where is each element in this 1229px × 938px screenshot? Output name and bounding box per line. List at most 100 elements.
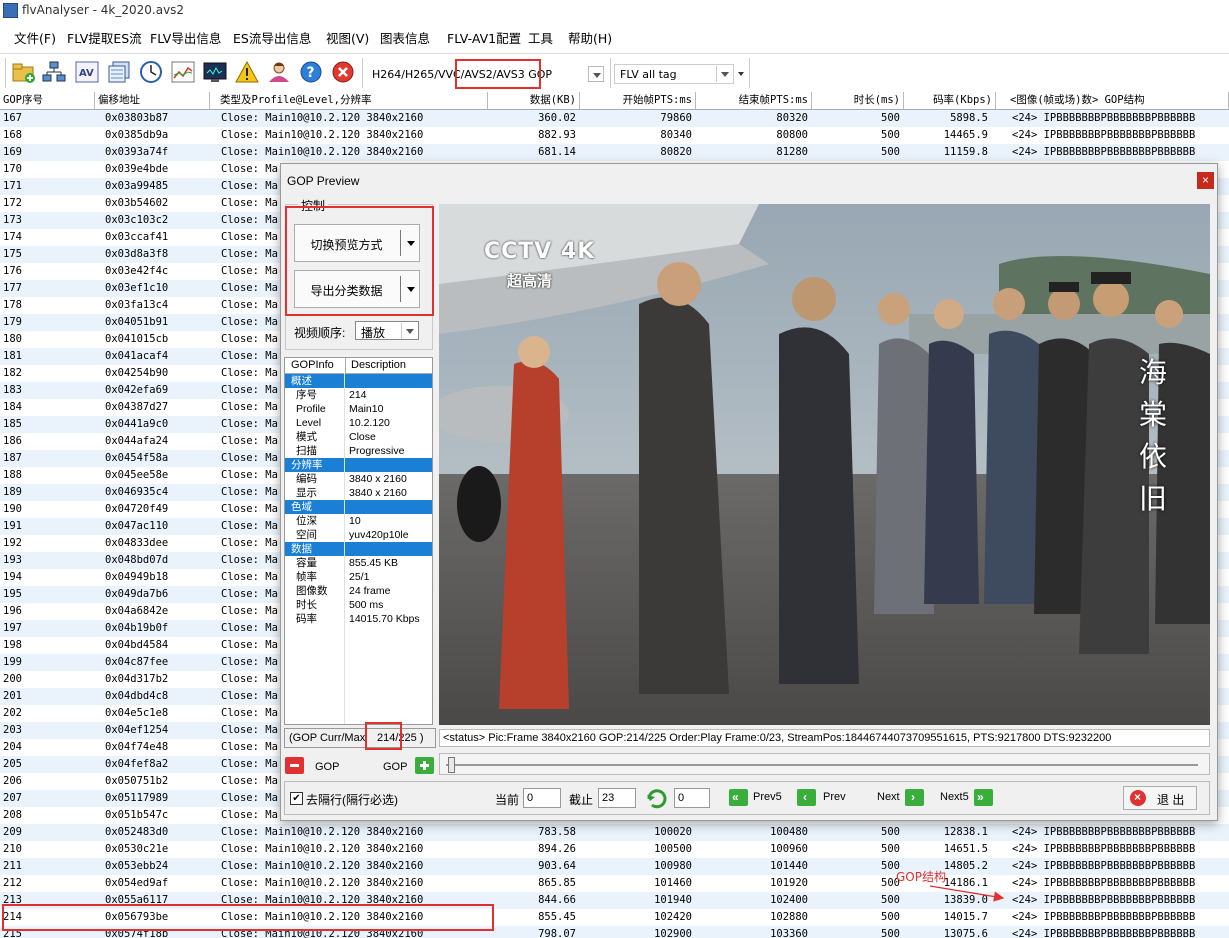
table-cell: 179 bbox=[3, 316, 22, 328]
gopinfo-row[interactable]: 空间 yuv420p10le bbox=[285, 528, 432, 542]
gopinfo-section[interactable]: 数据 bbox=[285, 542, 432, 556]
gopinfo-row[interactable]: 容量 855.45 KB bbox=[285, 556, 432, 570]
stop-icon[interactable] bbox=[330, 59, 356, 85]
table-row[interactable]: 169 0x0393a74f Close: Main10@10.2.120 3840… bbox=[0, 144, 1229, 161]
menu-chart-info[interactable]: 图表信息 bbox=[380, 28, 430, 47]
gopinfo-col-desc[interactable]: Description bbox=[351, 359, 406, 371]
video-caption: 海棠依旧 bbox=[1138, 356, 1167, 515]
gopinfo-row[interactable]: 时长 500 ms bbox=[285, 598, 432, 612]
jump-frame-input[interactable]: 0 bbox=[674, 788, 710, 808]
deinterlace-checkbox[interactable]: ✔ bbox=[290, 792, 303, 805]
next5-button[interactable]: Next5 » bbox=[940, 787, 1000, 809]
user-icon[interactable] bbox=[266, 59, 292, 85]
network-icon[interactable] bbox=[41, 59, 67, 85]
gopinfo-section[interactable]: 概述 bbox=[285, 374, 432, 388]
menu-tools[interactable]: 工具 bbox=[528, 28, 553, 47]
gopinfo-key: 扫描 bbox=[296, 445, 317, 457]
gopinfo-row[interactable]: 位深 10 bbox=[285, 514, 432, 528]
table-row[interactable]: 209 0x052483d0 Close: Main10@10.2.120 3840… bbox=[0, 824, 1229, 841]
prev-button[interactable]: ‹ Prev bbox=[797, 787, 853, 809]
video-order-select[interactable]: 播放 bbox=[355, 321, 419, 340]
current-frame-input[interactable]: 0 bbox=[523, 788, 561, 808]
menu-flv-export[interactable]: FLV导出信息 bbox=[150, 28, 221, 47]
frame-slider[interactable] bbox=[439, 753, 1210, 775]
menu-flv-extract-es[interactable]: FLV提取ES流 bbox=[67, 28, 142, 47]
menu-view[interactable]: 视图(V) bbox=[326, 28, 369, 47]
gopinfo-row[interactable]: Profile Main10 bbox=[285, 402, 432, 416]
gopinfo-row[interactable]: 图像数 24 frame bbox=[285, 584, 432, 598]
gopinfo-row[interactable]: 显示 3840 x 2160 bbox=[285, 486, 432, 500]
table-cell: 101460 bbox=[654, 877, 692, 889]
gopinfo-row[interactable]: 帧率 25/1 bbox=[285, 570, 432, 584]
close-icon[interactable]: × bbox=[1197, 172, 1214, 189]
col-start-pts[interactable]: 开始帧PTS:ms bbox=[580, 92, 696, 109]
col-size[interactable]: 数据(KB) bbox=[488, 92, 580, 109]
overflow-icon[interactable] bbox=[738, 72, 744, 76]
table-cell: 0x03c103c2 bbox=[105, 214, 169, 226]
gopinfo-col-key[interactable]: GOPInfo bbox=[291, 359, 334, 371]
gopinfo-row[interactable]: 序号 214 bbox=[285, 388, 432, 402]
slider-thumb[interactable] bbox=[448, 757, 455, 773]
table-row[interactable]: 167 0x03803b87 Close: Main10@10.2.120 3840… bbox=[0, 110, 1229, 127]
table-cell: 0x046935c4 bbox=[105, 486, 169, 498]
table-row[interactable]: 210 0x0530c21e Close: Main10@10.2.120 3840… bbox=[0, 841, 1229, 858]
menu-help[interactable]: 帮助(H) bbox=[568, 28, 612, 47]
prev5-button[interactable]: « Prev5 bbox=[729, 787, 789, 809]
codec-combo[interactable]: H264/H265/VVC/AVS2/AVS3 GOP bbox=[366, 64, 606, 84]
table-row[interactable]: 211 0x053ebb24 Close: Main10@10.2.120 3840… bbox=[0, 858, 1229, 875]
gopinfo-row[interactable]: 模式 Close bbox=[285, 430, 432, 444]
table-cell: 80320 bbox=[776, 112, 808, 124]
exit-button[interactable]: × 退 出 bbox=[1123, 786, 1197, 810]
gopinfo-key: Level bbox=[296, 417, 322, 429]
frames-icon[interactable] bbox=[106, 59, 132, 85]
warning-icon[interactable] bbox=[234, 59, 260, 85]
refresh-icon[interactable] bbox=[645, 787, 669, 811]
table-cell: 178 bbox=[3, 299, 22, 311]
video-preview[interactable]: CCTV 4K 超高清 海棠依旧 bbox=[439, 204, 1210, 725]
table-row[interactable]: 214 0x056793be Close: Main10@10.2.120 3840… bbox=[0, 909, 1229, 926]
col-type[interactable]: 类型及Profile@Level,分辨率 bbox=[210, 92, 488, 109]
gopinfo-row[interactable]: 码率 14015.70 Kbps bbox=[285, 612, 432, 626]
table-cell: 0x05117989 bbox=[105, 792, 169, 804]
gopinfo-row[interactable]: 扫描 Progressive bbox=[285, 444, 432, 458]
col-end-pts[interactable]: 结束帧PTS:ms bbox=[696, 92, 812, 109]
monitor-icon[interactable] bbox=[202, 59, 228, 85]
help-icon[interactable]: ? bbox=[298, 59, 324, 85]
col-offset[interactable]: 偏移地址 bbox=[95, 92, 210, 109]
open-folder-icon[interactable] bbox=[11, 59, 37, 85]
col-bitrate[interactable]: 码率(Kbps) bbox=[904, 92, 996, 109]
table-row[interactable]: 215 0x0574f18b Close: Main10@10.2.120 3840… bbox=[0, 926, 1229, 938]
switch-preview-button[interactable]: 切换预览方式 bbox=[294, 224, 420, 262]
col-duration[interactable]: 时长(ms) bbox=[812, 92, 904, 109]
table-cell: 681.14 bbox=[538, 146, 576, 158]
gopinfo-section[interactable]: 分辨率 bbox=[285, 458, 432, 472]
end-frame-input[interactable]: 23 bbox=[598, 788, 636, 808]
chart-icon[interactable] bbox=[170, 59, 196, 85]
chevron-down-icon[interactable] bbox=[407, 287, 415, 292]
clock-icon[interactable] bbox=[138, 59, 164, 85]
av-icon[interactable]: AV bbox=[74, 59, 100, 85]
menu-file[interactable]: 文件(F) bbox=[14, 28, 56, 47]
gopinfo-row[interactable]: 编码 3840 x 2160 bbox=[285, 472, 432, 486]
table-cell: 500 bbox=[881, 928, 900, 938]
gopinfo-row[interactable]: Level 10.2.120 bbox=[285, 416, 432, 430]
col-gop-index[interactable]: GOP序号 bbox=[0, 92, 95, 109]
table-cell: 208 bbox=[3, 809, 22, 821]
table-row[interactable]: 212 0x054ed9af Close: Main10@10.2.120 3840… bbox=[0, 875, 1229, 892]
table-row[interactable]: 168 0x0385db9a Close: Main10@10.2.120 3840… bbox=[0, 127, 1229, 144]
chevron-down-icon[interactable] bbox=[407, 241, 415, 246]
menu-es-export[interactable]: ES流导出信息 bbox=[233, 28, 311, 47]
next-button[interactable]: Next › bbox=[877, 787, 933, 809]
export-class-button[interactable]: 导出分类数据 bbox=[294, 270, 420, 308]
tag-combo[interactable]: FLV all tag bbox=[614, 64, 734, 84]
table-row[interactable]: 213 0x055a6117 Close: Main10@10.2.120 3840… bbox=[0, 892, 1229, 909]
col-gop-structure[interactable]: <图像(帧或场)数> GOP结构 bbox=[996, 92, 1229, 109]
table-cell: 0x04ef1254 bbox=[105, 724, 169, 736]
menu-flv-av1-config[interactable]: FLV-AV1配置 bbox=[447, 28, 521, 47]
gop-next-button[interactable]: GOP bbox=[373, 756, 435, 778]
gopinfo-section[interactable]: 色域 bbox=[285, 500, 432, 514]
table-cell: 0x04d317b2 bbox=[105, 673, 169, 685]
table-cell: 0x03fa13c4 bbox=[105, 299, 169, 311]
table-cell: 209 bbox=[3, 826, 22, 838]
gop-prev-button[interactable]: GOP bbox=[285, 756, 348, 778]
